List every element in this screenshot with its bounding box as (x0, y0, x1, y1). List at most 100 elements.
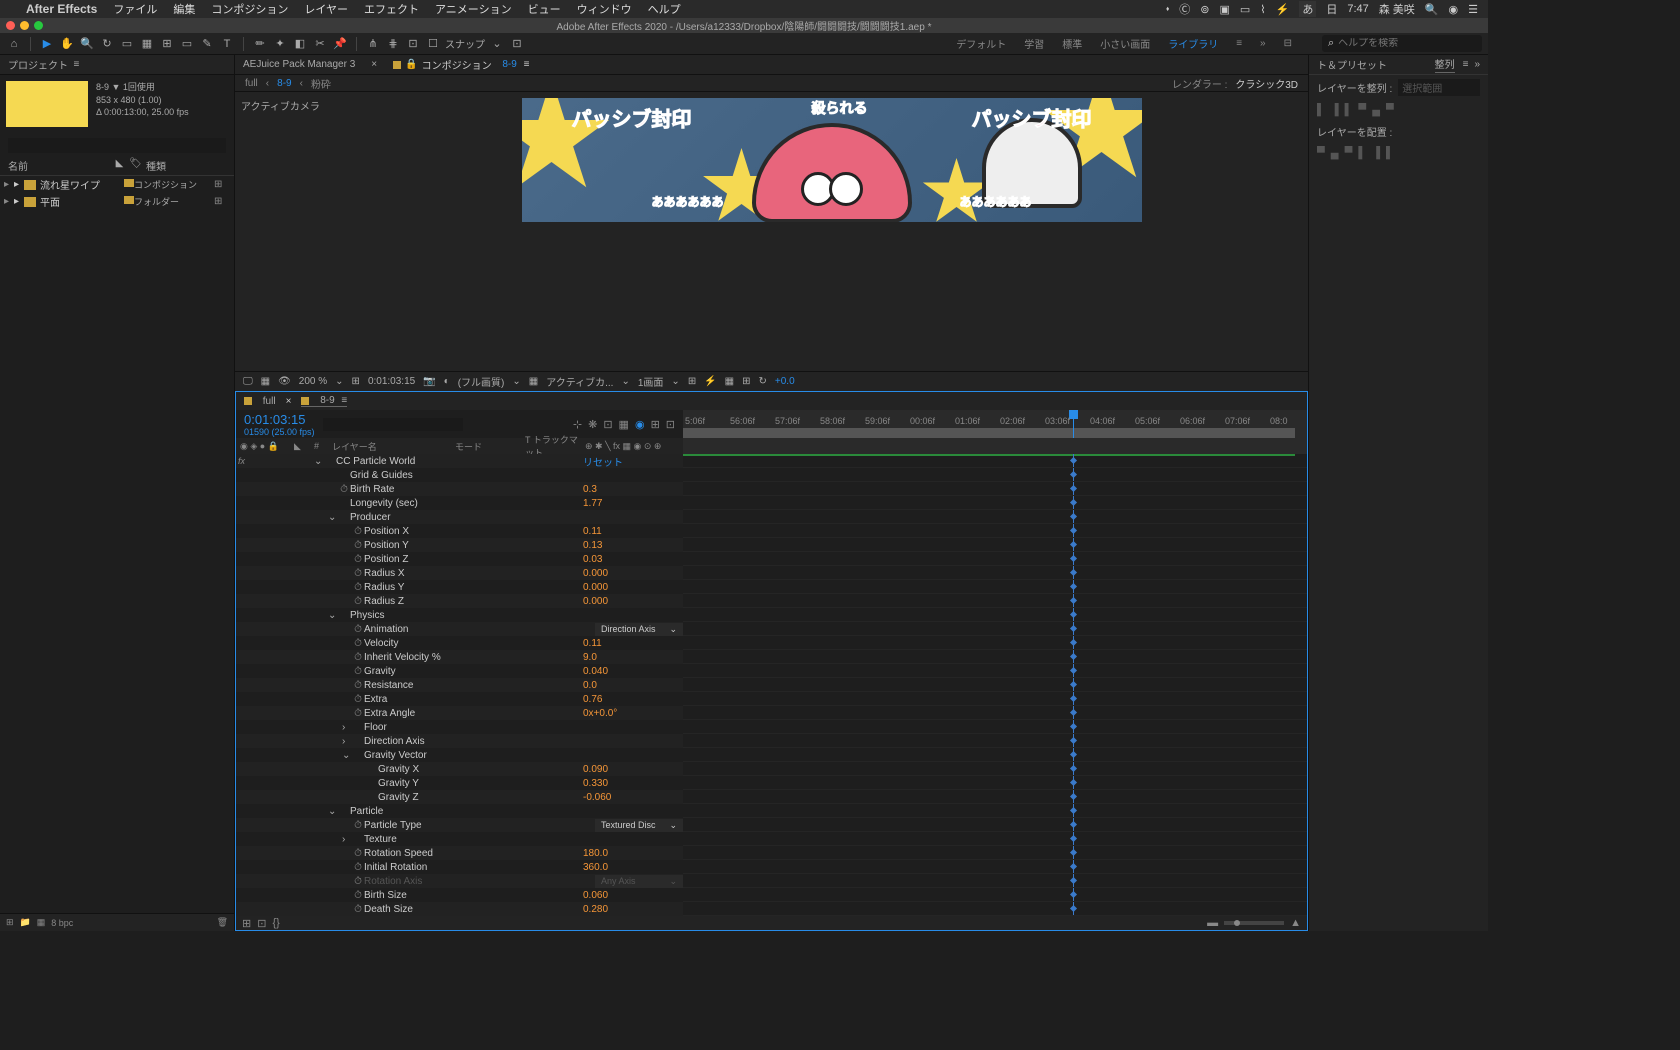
menu-file[interactable]: ファイル (113, 1, 157, 17)
exposure-icon[interactable]: ↻ (759, 376, 767, 387)
align-tab[interactable]: 整列 (1435, 56, 1455, 73)
property-dropdown[interactable]: Any Axis⌄ (595, 875, 683, 888)
zoom-in-icon[interactable]: ▲ (1290, 917, 1301, 929)
zoom-slider[interactable] (1224, 921, 1284, 925)
hand-tool[interactable]: ✋ (59, 36, 75, 52)
roto-tool[interactable]: ✂ (312, 36, 328, 52)
property-value[interactable]: 360.0 (583, 862, 683, 873)
display-icon[interactable]: ▣ (1219, 3, 1229, 16)
siri-icon[interactable]: ◉ (1449, 3, 1459, 16)
workspace-learn[interactable]: 学習 (1024, 36, 1044, 51)
channel-icon[interactable]: ◐ (444, 376, 450, 387)
property-value[interactable]: 0.090 (583, 764, 683, 775)
property-row[interactable]: ›Floor (236, 720, 683, 734)
draft3d-icon[interactable]: ❋ (588, 418, 597, 431)
property-row[interactable]: ⌄Gravity Vector (236, 748, 683, 762)
menu-effect[interactable]: エフェクト (364, 1, 419, 17)
project-thumbnail[interactable] (6, 81, 88, 127)
zoom-tool[interactable]: 🔍 (79, 36, 95, 52)
wifi-icon[interactable]: ⌇ (1260, 3, 1265, 16)
property-row[interactable]: ⏱Birth Rate0.3 (236, 482, 683, 496)
property-row[interactable]: ⏱Particle TypeTextured Disc⌄ (236, 818, 683, 832)
align-left-icon[interactable]: ▌ (1317, 104, 1325, 116)
new-comp-icon[interactable]: ▦ (37, 917, 46, 928)
bpc-label[interactable]: 8 bpc (51, 918, 73, 928)
fast-preview-icon[interactable]: ⚡ (704, 376, 716, 387)
property-value[interactable]: 0.000 (583, 582, 683, 593)
toggle-switches-icon[interactable]: ⊞ (242, 917, 251, 930)
pen-tool[interactable]: ✎ (199, 36, 215, 52)
property-row[interactable]: ⏱Position Z0.03 (236, 552, 683, 566)
exposure-value[interactable]: +0.0 (775, 376, 795, 387)
property-value[interactable]: 0.060 (583, 890, 683, 901)
view-count[interactable]: 1画面 (638, 374, 664, 389)
toggle-in-out-icon[interactable]: {} (272, 917, 279, 929)
property-value[interactable]: 0.040 (583, 666, 683, 677)
property-value[interactable]: 0.000 (583, 596, 683, 607)
menu-help[interactable]: ヘルプ (648, 1, 681, 17)
property-row[interactable]: ⏱Rotation AxisAny Axis⌄ (236, 874, 683, 888)
dist-hcenter-icon[interactable]: ▐ (1372, 147, 1380, 159)
roi-icon[interactable]: ▦ (529, 376, 538, 387)
project-search-input[interactable] (8, 138, 226, 153)
dist-left-icon[interactable]: ▌ (1358, 147, 1366, 159)
menu-view[interactable]: ビュー (528, 1, 561, 17)
crumb-8-9[interactable]: 8-9 (277, 78, 291, 89)
search-icon[interactable]: 🔍 (1425, 3, 1439, 16)
rotation-tool[interactable]: ▭ (119, 36, 135, 52)
frame-blend-icon[interactable]: ▦ (619, 418, 629, 431)
airplay-icon[interactable]: ▭ (1240, 3, 1250, 16)
toggle-modes-icon[interactable]: ⊡ (257, 917, 266, 930)
property-row[interactable]: ⏱Position Y0.13 (236, 538, 683, 552)
align-target-dropdown[interactable]: 選択範囲 (1398, 79, 1480, 96)
timeline-ruler[interactable]: 5:06f56:06f57:06f58:06f59:06f00:06f01:06… (683, 410, 1307, 438)
cloud-icon[interactable]: ⊚ (1200, 3, 1209, 16)
property-row[interactable]: ›Texture (236, 832, 683, 846)
orbit-tool[interactable]: ↻ (99, 36, 115, 52)
dist-bottom-icon[interactable]: ▀ (1345, 147, 1353, 159)
crumb-shatter[interactable]: 粉砕 (311, 76, 331, 91)
property-row[interactable]: Gravity Y0.330 (236, 776, 683, 790)
workspace-default[interactable]: デフォルト (956, 36, 1006, 51)
workspace-menu-icon[interactable]: ≡ (1236, 38, 1242, 49)
graph-editor-icon[interactable]: ⊞ (651, 418, 660, 431)
property-row[interactable]: ⏱Initial Rotation360.0 (236, 860, 683, 874)
panel-menu-icon[interactable]: ≡ (1463, 59, 1469, 70)
camera-tool[interactable]: ▦ (139, 36, 155, 52)
brain-icon[interactable]: ⊡ (666, 418, 675, 431)
new-folder-icon[interactable]: 📁 (20, 917, 31, 928)
menu-animation[interactable]: アニメーション (435, 1, 512, 17)
property-dropdown[interactable]: Direction Axis⌄ (595, 623, 683, 636)
timeline-track-area[interactable] (683, 454, 1307, 916)
trash-icon[interactable]: 🗑 (217, 917, 228, 928)
project-columns[interactable]: 名前 ◣ 🏷 種類 (0, 156, 234, 176)
puppet-tool[interactable]: 📌 (332, 36, 348, 52)
property-row[interactable]: ⏱Radius Y0.000 (236, 580, 683, 594)
local-axis-icon[interactable]: ⋔ (365, 36, 381, 52)
res-icon[interactable]: ⊞ (352, 376, 360, 387)
property-row[interactable]: Gravity Z-0.060 (236, 790, 683, 804)
motion-blur-icon[interactable]: ◉ (635, 418, 645, 431)
property-value[interactable]: 1.77 (583, 498, 683, 509)
property-row[interactable]: ⏱Velocity0.11 (236, 636, 683, 650)
preview-tc[interactable]: 0:01:03:15 (368, 376, 415, 387)
magnify-icon[interactable]: 🖵 (243, 376, 253, 387)
close-window[interactable] (6, 21, 15, 30)
project-panel-header[interactable]: プロジェクト ≡ (0, 55, 234, 75)
property-value[interactable]: 0.03 (583, 554, 683, 565)
workspace-overflow-icon[interactable]: » (1260, 38, 1266, 49)
flowchart-icon[interactable]: ⊞ (742, 376, 750, 387)
eraser-tool[interactable]: ◧ (292, 36, 308, 52)
clone-tool[interactable]: ✦ (272, 36, 288, 52)
shape-tool[interactable]: ▭ (179, 36, 195, 52)
workspace-library[interactable]: ライブラリ (1168, 36, 1218, 51)
property-row[interactable]: ⏱Gravity0.040 (236, 664, 683, 678)
comp-flowchart-icon[interactable]: ⊹ (573, 418, 582, 431)
align-center-v-icon[interactable]: ▄ (1372, 104, 1380, 116)
panel-overflow-icon[interactable]: » (1474, 59, 1480, 70)
notifications-icon[interactable]: ☰ (1468, 3, 1478, 16)
property-value[interactable]: 0.11 (583, 526, 683, 537)
property-value[interactable]: 180.0 (583, 848, 683, 859)
project-row[interactable]: ▸▸流れ星ワイプコンポジション⊞ (0, 176, 234, 193)
grid-icon[interactable]: ▦ (261, 376, 270, 387)
